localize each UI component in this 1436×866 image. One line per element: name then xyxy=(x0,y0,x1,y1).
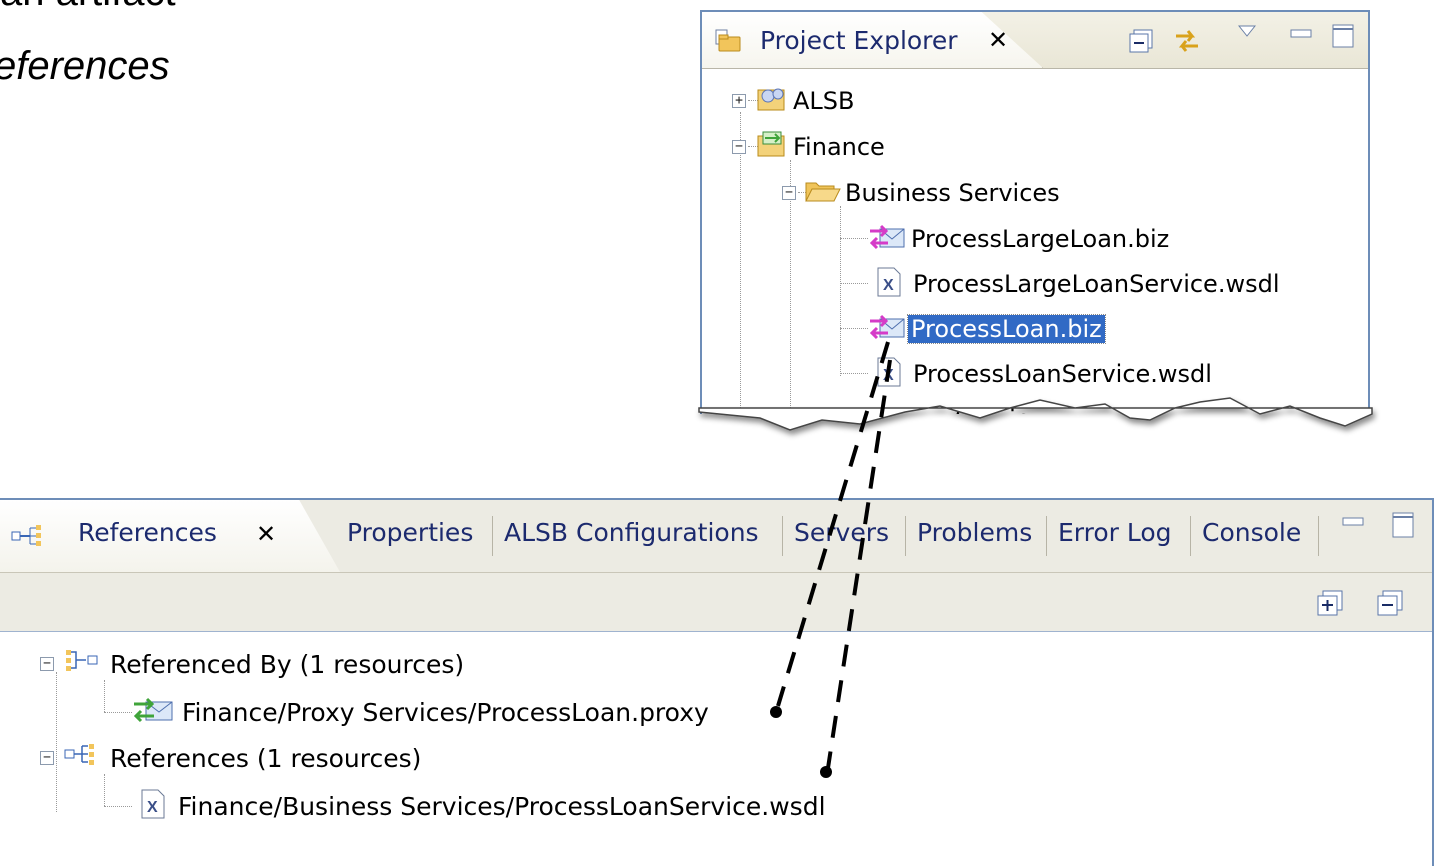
project-explorer-icon xyxy=(714,28,741,52)
project-explorer-close-icon[interactable]: ✕ xyxy=(988,28,1008,52)
tree-connector xyxy=(104,680,105,712)
collapse-icon[interactable]: − xyxy=(40,751,54,765)
tab-alsb-configurations[interactable]: ALSB Configurations xyxy=(504,518,759,547)
business-service-icon xyxy=(868,311,908,347)
tree-item-label: Finance/Business Services/ProcessLoanSer… xyxy=(178,791,826,821)
expand-icon[interactable]: + xyxy=(732,94,746,108)
tab-separator xyxy=(1190,516,1191,556)
tab-separator xyxy=(905,516,906,556)
project-icon xyxy=(754,130,790,164)
tree-connector xyxy=(840,283,868,284)
tab-separator xyxy=(782,516,783,556)
wsdl-file-icon: X xyxy=(874,356,904,392)
tree-item-business-services[interactable]: − Business Services xyxy=(782,176,1063,210)
expand-all-icon[interactable] xyxy=(1316,589,1344,621)
references-tab-icon xyxy=(6,522,41,546)
slide-text-line1: an artifact xyxy=(0,0,176,15)
proxy-service-icon xyxy=(132,694,176,730)
collapse-all-icon[interactable] xyxy=(1128,28,1154,58)
tab-references-label: References xyxy=(78,518,217,547)
wsdl-file-icon: X xyxy=(874,266,904,302)
tree-item-label: ProcessLoan.biz xyxy=(907,314,1106,344)
tab-separator xyxy=(1046,516,1047,556)
tab-console[interactable]: Console xyxy=(1202,518,1301,547)
project-explorer-tab-label: Project Explorer xyxy=(760,26,958,55)
tree-item-processlargeloanservice-wsdl[interactable]: X ProcessLargeLoanService.wsdl xyxy=(874,267,1282,301)
view-menu-icon[interactable] xyxy=(1237,24,1257,43)
tree-item-label: Business Services xyxy=(845,179,1060,207)
maximize-icon[interactable] xyxy=(1332,24,1354,52)
tree-connector xyxy=(840,328,868,329)
minimize-icon[interactable] xyxy=(1290,24,1312,43)
tree-connector xyxy=(840,206,841,376)
tab-separator xyxy=(1318,516,1319,556)
svg-text:X: X xyxy=(883,277,894,294)
tree-connector xyxy=(104,806,132,807)
collapse-icon[interactable]: − xyxy=(782,186,796,200)
tab-error-log[interactable]: Error Log xyxy=(1058,518,1172,547)
tab-servers[interactable]: Servers xyxy=(794,518,889,547)
maximize-icon[interactable] xyxy=(1392,512,1414,542)
referenced-by-icon xyxy=(62,647,102,681)
wsdl-file-icon: X xyxy=(138,788,168,824)
tree-item-label: Servic xyxy=(955,405,1029,430)
tree-item-alsb[interactable]: + ALSB xyxy=(732,84,858,118)
tree-item-label: ProcessLoanService.wsdl xyxy=(913,360,1212,388)
tree-item-references[interactable]: − References (1 resources) xyxy=(40,738,421,778)
collapse-all-icon[interactable] xyxy=(1376,589,1404,621)
tab-problems[interactable]: Problems xyxy=(917,518,1032,547)
tree-item-processloanservice-wsdl[interactable]: X ProcessLoanService.wsdl xyxy=(874,357,1215,391)
tree-item-processlargeloan-biz[interactable]: ProcessLargeLoan.biz xyxy=(868,222,1172,256)
tree-item-processloan-proxy[interactable]: Finance/Proxy Services/ProcessLoan.proxy xyxy=(132,692,709,732)
collapse-icon[interactable]: − xyxy=(732,140,746,154)
tree-item-label: Finance xyxy=(793,133,885,161)
tab-separator xyxy=(492,516,493,556)
minimize-icon[interactable] xyxy=(1342,512,1364,531)
project-explorer-titlebar: Project Explorer ✕ xyxy=(702,12,1368,69)
tree-item-label: ALSB xyxy=(793,87,855,115)
tree-item-finance[interactable]: − Finance xyxy=(732,130,888,164)
project-icon xyxy=(754,84,790,118)
svg-text:X: X xyxy=(147,799,158,816)
tree-item-label: Finance/Proxy Services/ProcessLoan.proxy xyxy=(182,697,709,727)
collapse-icon[interactable]: − xyxy=(40,657,54,671)
business-service-icon xyxy=(868,221,908,257)
expand-icon[interactable]: + xyxy=(782,412,796,426)
tree-item-referenced-by[interactable]: − Referenced By (1 resources) xyxy=(40,644,464,684)
tree-item-processloan-biz[interactable]: ProcessLoan.biz xyxy=(868,311,1106,347)
tab-properties[interactable]: Properties xyxy=(347,518,473,547)
tree-item-proxy-services-partial[interactable]: + Servic xyxy=(782,402,1032,430)
folder-open-icon xyxy=(804,177,842,209)
tree-connector xyxy=(840,238,868,239)
tree-connector xyxy=(840,373,868,374)
references-panel: References ✕ Properties ALSB Configurati… xyxy=(0,498,1434,866)
tree-item-label: ProcessLargeLoan.biz xyxy=(911,225,1170,253)
tree-item-label: Referenced By (1 resources) xyxy=(110,649,465,679)
link-with-editor-icon[interactable] xyxy=(1172,26,1202,60)
tree-item-label: References (1 resources) xyxy=(110,743,422,773)
references-close-icon[interactable]: ✕ xyxy=(256,522,276,546)
references-toolbar xyxy=(0,572,1432,632)
tree-item-processloanservice-wsdl-ref[interactable]: X Finance/Business Services/ProcessLoanS… xyxy=(138,786,826,826)
svg-text:X: X xyxy=(883,367,894,384)
folder-icon xyxy=(804,403,842,430)
tree-item-label: ProcessLargeLoanService.wsdl xyxy=(913,270,1280,298)
tree-connector xyxy=(104,774,105,806)
references-icon xyxy=(62,741,102,775)
tree-connector xyxy=(104,712,132,713)
slide-text-line2: eferences xyxy=(0,44,170,88)
project-explorer-panel: Project Explorer ✕ + ALSB − Finance − Bu… xyxy=(700,10,1370,430)
references-tab-bar: References ✕ Properties ALSB Configurati… xyxy=(0,500,1432,572)
